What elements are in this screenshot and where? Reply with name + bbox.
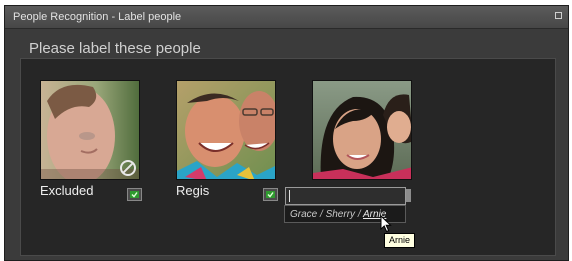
face-label-excluded: Excluded — [40, 183, 94, 198]
mouse-pointer-icon — [380, 215, 392, 233]
input-resize-handle[interactable] — [406, 189, 411, 202]
suggestion-sherry[interactable]: Sherry — [326, 209, 355, 220]
tag-icon[interactable] — [127, 188, 142, 201]
maximize-icon[interactable] — [555, 12, 562, 19]
title-bar[interactable]: People Recognition - Label people — [5, 6, 568, 29]
tooltip: Arnie — [384, 233, 416, 248]
text-caret — [289, 190, 290, 202]
face-photo — [177, 81, 275, 179]
face-photo — [313, 81, 411, 179]
face-label-regis: Regis — [176, 183, 210, 198]
name-input[interactable] — [285, 187, 406, 205]
face-thumbnail-unlabeled[interactable] — [312, 80, 412, 180]
tag-icon[interactable] — [263, 188, 278, 201]
window-title: People Recognition - Label people — [13, 11, 182, 23]
face-thumbnail-excluded[interactable] — [40, 80, 140, 180]
excluded-icon — [120, 160, 136, 176]
page-heading: Please label these people — [29, 40, 201, 57]
face-thumbnail-regis[interactable] — [176, 80, 276, 180]
suggestion-grace[interactable]: Grace — [290, 209, 317, 220]
